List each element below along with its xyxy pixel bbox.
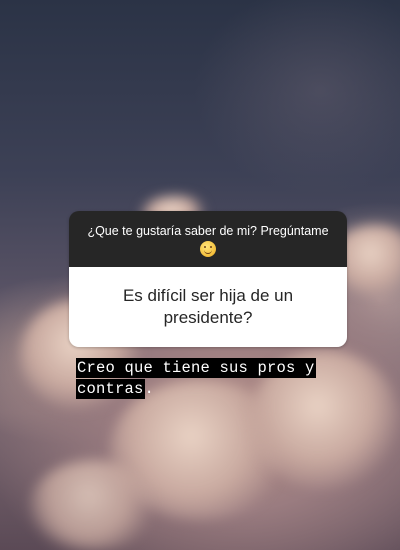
- answer-caption: Creo que tiene sus pros y contras.: [76, 358, 356, 400]
- answer-trailing-period: .: [144, 380, 155, 398]
- question-sticker[interactable]: ¿Que te gustaría saber de mi? Pregúntame…: [69, 211, 347, 347]
- question-text: Es difícil ser hija de un presidente?: [122, 286, 294, 327]
- question-sticker-body: Es difícil ser hija de un presidente?: [69, 267, 347, 347]
- hugging-face-emoji-icon: [200, 241, 216, 257]
- cloud-shape: [30, 460, 160, 550]
- answer-line-2: contras: [76, 379, 145, 399]
- question-prompt-text: ¿Que te gustaría saber de mi? Pregúntame: [87, 224, 329, 238]
- answer-line-1: Creo que tiene sus pros y: [76, 358, 316, 378]
- question-sticker-header: ¿Que te gustaría saber de mi? Pregúntame: [69, 211, 347, 267]
